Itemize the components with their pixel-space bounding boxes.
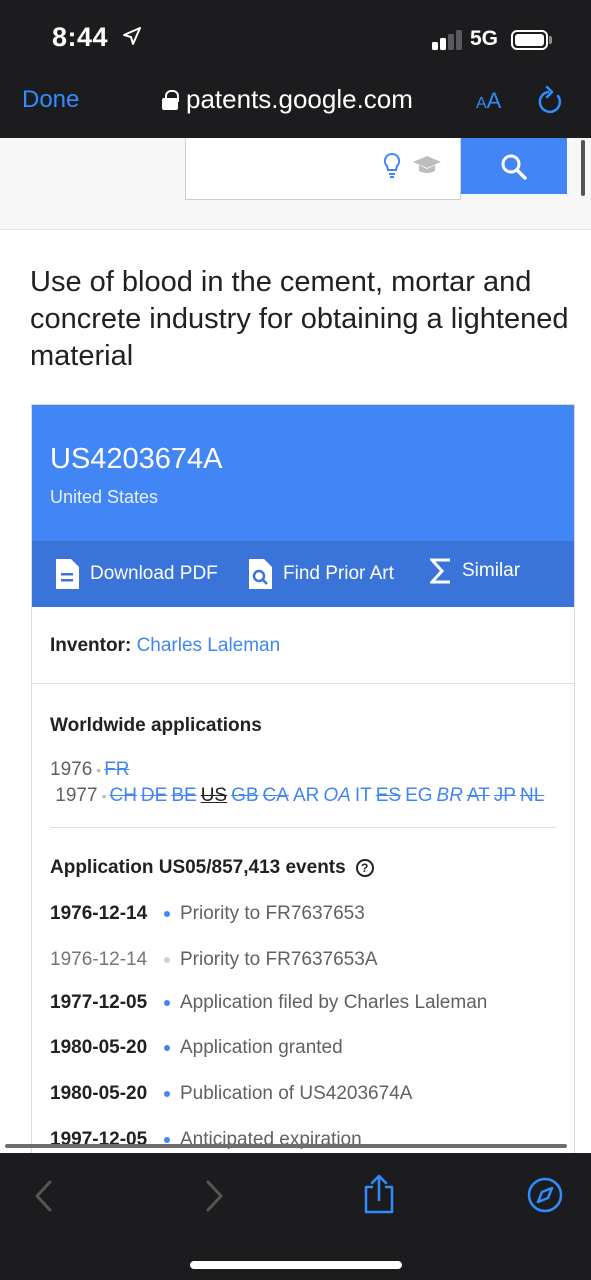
browser-bottom-bar [0,1153,591,1280]
country-link-jp[interactable]: JP [494,785,516,806]
forward-arrow-icon[interactable] [202,1179,226,1213]
event-bullet [164,911,170,917]
url-text: patents.google.com [186,84,413,114]
compass-icon[interactable] [527,1177,563,1213]
patent-number: US4203674A [50,443,223,475]
event-text: Application filed by Charles Laleman [180,992,488,1013]
event-text: Publication of US4203674A [180,1083,413,1104]
dot-separator: • [101,788,107,804]
event-date: 1980-05-20 [50,1037,148,1058]
event-date: 1976-12-14 [50,903,148,924]
status-time-text: 8:44 [52,22,109,52]
browser-top-bar: 8:44 5G Done patents.google.com AA [0,0,591,138]
download-pdf-label: Download PDF [90,563,218,584]
patent-actions-bar: Download PDF Find Prior Art Similar [32,541,574,607]
search-icon [501,154,527,180]
country-link-fr[interactable]: FR [104,759,129,780]
country-link-eg[interactable]: EG [405,785,432,806]
country-link-de[interactable]: DE [141,785,167,806]
country-link-oa[interactable]: OA [323,785,350,806]
text-size-large-label: A [486,88,502,113]
text-size-small-label: A [476,95,487,112]
event-date: 1977-12-05 [50,992,148,1013]
share-icon[interactable] [362,1173,396,1215]
document-icon [56,559,79,589]
event-text: Priority to FR7637653 [180,903,365,924]
inventor-link[interactable]: Charles Laleman [137,635,281,656]
find-prior-art-label: Find Prior Art [283,563,394,584]
reload-icon[interactable] [536,86,564,116]
lock-icon [162,89,179,110]
location-arrow-icon [123,27,142,45]
done-button[interactable]: Done [22,86,79,114]
divider [50,827,556,828]
address-bar[interactable]: patents.google.com [162,84,413,115]
search-input[interactable] [185,138,461,200]
patent-header: US4203674A United States [32,405,574,541]
event-bullet [164,957,170,963]
country-link-ca[interactable]: CA [263,785,289,806]
search-header [0,138,591,230]
similar-label: Similar [462,560,521,581]
worldwide-applications-list: 1976 • FR 1977 • CH DE BE US GB CA AR OA IT ES EG BR AT J… [50,757,560,809]
year-label: 1976 [50,759,93,780]
event-row: 1976-12-14 Priority to FR7637653A [50,949,560,971]
cell-signal-icon [432,30,462,50]
country-link-nl[interactable]: NL [520,785,544,806]
text-size-button[interactable]: AA [476,88,501,114]
graduation-cap-icon[interactable] [412,154,442,176]
country-link-br[interactable]: BR [437,785,463,806]
country-link-it[interactable]: IT [355,785,372,806]
event-date: 1976-12-14 [50,949,148,970]
inventor-row: Inventor: Charles Laleman [50,635,280,657]
page-scrollbar[interactable] [581,140,585,196]
horizontal-scrollbar[interactable] [5,1144,567,1148]
events-title: Application US05/857,413 events ? [50,857,374,879]
divider [32,683,574,684]
event-row: 1976-12-14 Priority to FR7637653 [50,903,560,925]
country-link-us[interactable]: US [201,785,227,806]
battery-icon [511,30,548,50]
worldwide-applications-title: Worldwide applications [50,715,262,736]
event-bullet [164,1045,170,1051]
country-link-at[interactable]: AT [467,785,490,806]
document-search-icon [249,559,272,589]
search-button[interactable] [461,138,567,194]
events-title-text: Application US05/857,413 events [50,857,346,878]
event-text: Priority to FR7637653A [180,949,378,970]
event-bullet [164,1091,170,1097]
country-link-ar[interactable]: AR [293,785,319,806]
battery-tip [549,36,552,44]
home-indicator [190,1261,402,1269]
find-prior-art-button[interactable]: Find Prior Art [247,558,394,590]
event-row: 1980-05-20 Application granted [50,1037,560,1059]
event-bullet [164,1137,170,1143]
dot-separator: • [96,762,102,778]
event-date: 1980-05-20 [50,1083,148,1104]
status-time: 8:44 [52,22,142,53]
sigma-icon [430,558,450,584]
help-icon[interactable]: ? [355,859,374,877]
country-link-es[interactable]: ES [376,785,401,806]
patent-title: Use of blood in the cement, mortar and c… [30,266,569,372]
event-text: Application granted [180,1037,343,1058]
download-pdf-button[interactable]: Download PDF [54,558,218,590]
similar-button[interactable]: Similar [430,558,520,584]
country-link-be[interactable]: BE [171,785,196,806]
lightbulb-icon[interactable] [382,152,402,180]
country-link-ch[interactable]: CH [109,785,136,806]
country-link-gb[interactable]: GB [231,785,258,806]
web-page: Use of blood in the cement, mortar and c… [0,138,591,1153]
event-row: 1977-12-05 Application filed by Charles … [50,992,560,1014]
network-type: 5G [470,27,499,50]
event-bullet [164,1000,170,1006]
event-row: 1980-05-20 Publication of US4203674A [50,1083,560,1105]
back-arrow-icon[interactable] [32,1179,56,1213]
year-label: 1977 [55,785,98,806]
inventor-label: Inventor: [50,635,132,656]
patent-card: US4203674A United States Download PDF Fi… [31,404,575,1153]
patent-country: United States [50,487,159,507]
